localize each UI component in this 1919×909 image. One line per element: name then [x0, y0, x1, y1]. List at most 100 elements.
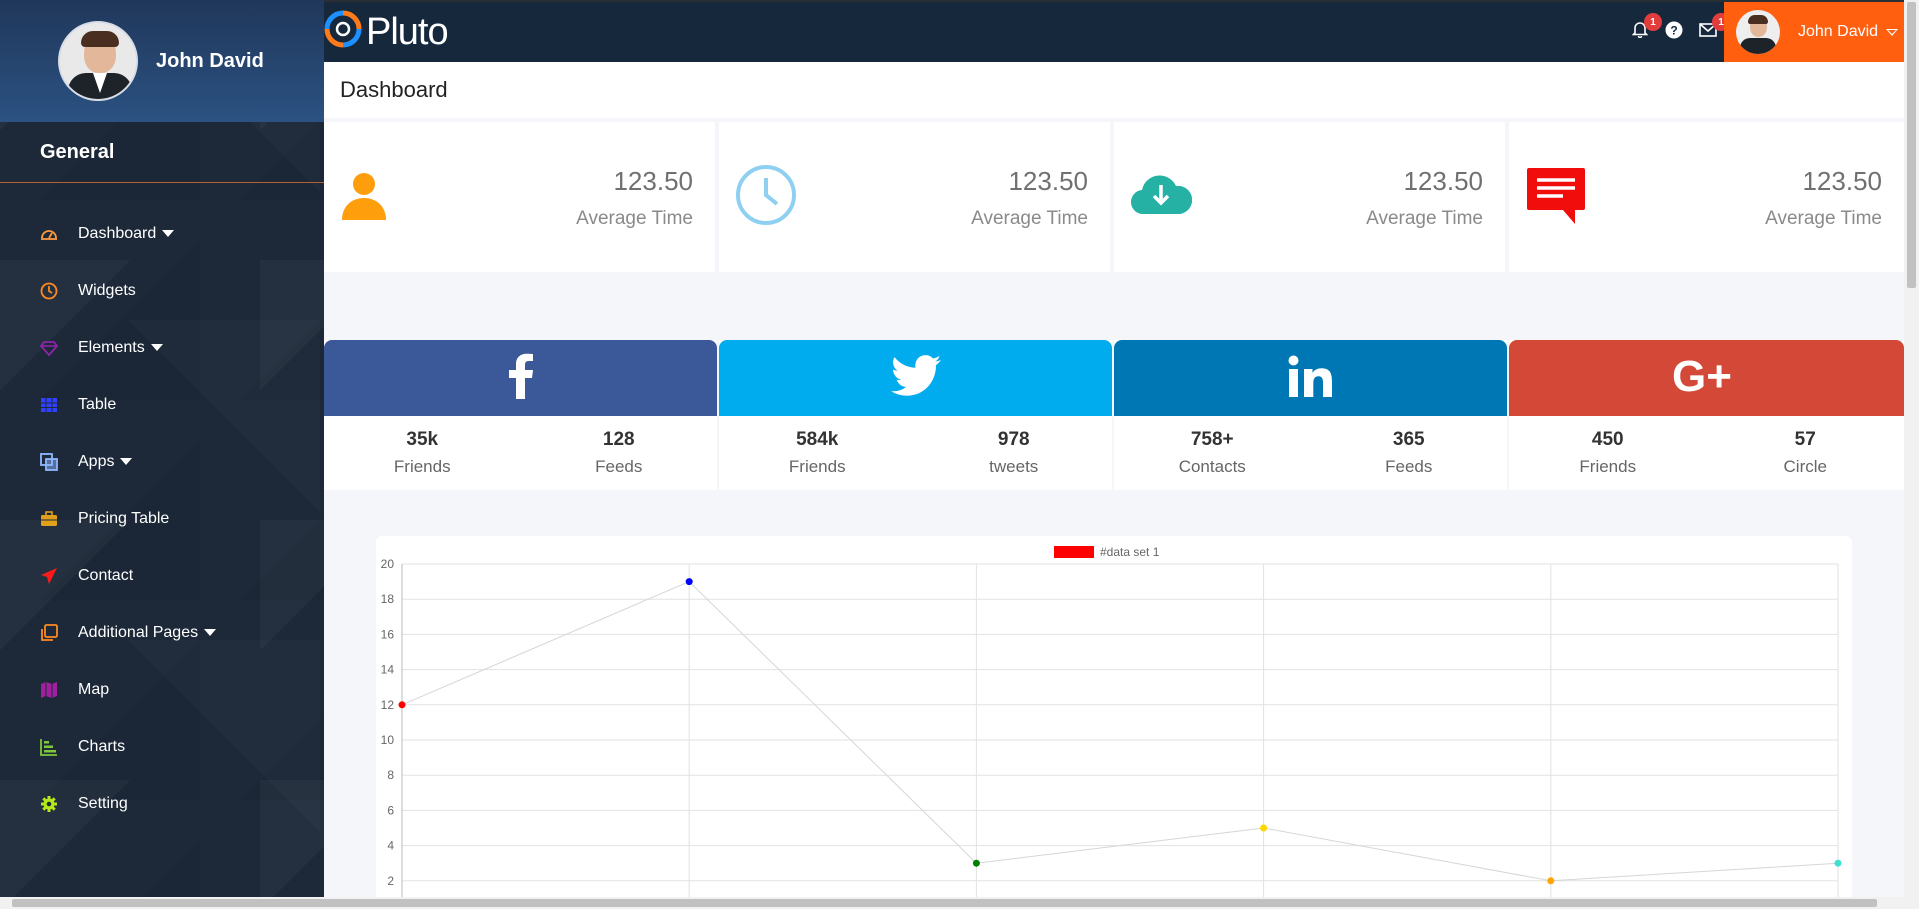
- social-stat-value: 978: [997, 429, 1030, 450]
- line-chart: 2 4 6 8 10 12 14 16 18 20 #data set 1: [381, 545, 1842, 897]
- legend-label: #data set 1: [1100, 545, 1160, 559]
- data-point: [972, 859, 980, 867]
- sidebar-item-contact[interactable]: Contact: [0, 547, 324, 604]
- social-stat-label: Feeds: [1385, 457, 1433, 476]
- data-point: [1260, 824, 1268, 832]
- data-point: [685, 578, 693, 586]
- vertical-scrollbar[interactable]: [1904, 0, 1919, 897]
- y-tick-label: 14: [381, 663, 395, 677]
- dashboard-icon: [40, 225, 58, 243]
- svg-text:G+: G+: [1672, 355, 1732, 397]
- stat-label: Average Time: [576, 208, 693, 229]
- facebook-icon: [508, 353, 534, 404]
- sidebar-item-apps[interactable]: Apps: [0, 433, 324, 490]
- bar-chart-icon: [40, 738, 58, 756]
- google-plus-icon: G+: [1672, 352, 1742, 402]
- question-icon: ?: [1665, 21, 1683, 44]
- cloud-download-icon: [1130, 170, 1193, 223]
- svg-text:?: ?: [1670, 23, 1677, 37]
- sidebar-item-label: Apps: [78, 452, 115, 470]
- legend-swatch: [1054, 546, 1094, 558]
- stat-label: Average Time: [1765, 208, 1882, 229]
- social-stat-label: Circle: [1783, 457, 1827, 476]
- sidebar-item-label: Widgets: [78, 281, 136, 299]
- user-menu-name: John David: [1798, 23, 1879, 40]
- sidebar-item-dashboard[interactable]: Dashboard: [0, 205, 324, 262]
- y-tick-label: 12: [381, 698, 395, 712]
- linkedin-icon: [1288, 355, 1334, 402]
- paper-plane-icon: [40, 567, 58, 585]
- social-stat-value: 57: [1794, 429, 1816, 450]
- diamond-icon: [40, 339, 58, 357]
- chevron-down-icon: [150, 344, 163, 351]
- stat-label: Average Time: [971, 208, 1088, 229]
- social-stat-value: 584k: [796, 429, 839, 450]
- notification-badge: 1: [1644, 13, 1662, 31]
- social-header[interactable]: [719, 340, 1112, 416]
- sidebar-item-label: Map: [78, 680, 110, 698]
- messages-button[interactable]: 1: [1698, 13, 1730, 42]
- sidebar-item-label: Additional Pages: [78, 623, 199, 641]
- social-stat-value: 450: [1591, 429, 1624, 450]
- sidebar-item-pricing-table[interactable]: Pricing Table: [0, 490, 324, 547]
- sidebar-item-label: Contact: [78, 566, 134, 584]
- social-card-twitter: 584k Friends 978 tweets: [719, 340, 1114, 490]
- social-row: 35k Friends 128 Feeds 584k Friends 978 tweet…: [324, 340, 1904, 490]
- sidebar-item-charts[interactable]: Charts: [0, 718, 324, 775]
- data-point: [1547, 877, 1555, 885]
- y-tick-label: 16: [381, 627, 395, 641]
- stat-card: 123.50 Average Time: [719, 122, 1114, 272]
- sidebar-item-table[interactable]: Table: [0, 376, 324, 433]
- stat-value: 123.50: [1802, 166, 1882, 196]
- stat-card: 123.50 Average Time: [1509, 122, 1904, 272]
- comment-icon: [1525, 166, 1587, 231]
- avatar[interactable]: [58, 21, 138, 101]
- sidebar-item-label: Pricing Table: [78, 509, 170, 527]
- sidebar-item-elements[interactable]: Elements: [0, 319, 324, 376]
- social-card-google-plus: G+ 450 Friends 57 Circle: [1509, 340, 1904, 490]
- horizontal-scrollbar[interactable]: [0, 897, 1919, 909]
- sidebar-item-map[interactable]: Map: [0, 661, 324, 718]
- topbar: Pluto 1 ? 1 John David: [324, 0, 1904, 62]
- page-title: Dashboard: [324, 62, 1904, 118]
- stat-value: 123.50: [1403, 166, 1483, 196]
- social-stat-label: Friends: [1579, 457, 1637, 476]
- sidebar-profile: John David: [0, 0, 324, 122]
- social-header[interactable]: [1114, 340, 1507, 416]
- logo-text: Pluto: [366, 11, 449, 53]
- data-point: [1834, 859, 1842, 867]
- logo[interactable]: Pluto: [324, 10, 449, 55]
- sidebar: John David General Dashboard Widgets Ele…: [0, 0, 324, 897]
- social-stat-label: Feeds: [595, 457, 643, 476]
- y-tick-label: 6: [387, 803, 394, 817]
- sidebar-item-setting[interactable]: Setting: [0, 775, 324, 832]
- chevron-down-icon: [120, 458, 133, 465]
- gear-icon: [40, 795, 58, 813]
- sidebar-item-widgets[interactable]: Widgets: [0, 262, 324, 319]
- sidebar-item-label: Dashboard: [78, 224, 157, 242]
- briefcase-icon: [40, 510, 58, 528]
- social-header[interactable]: G+: [1509, 340, 1904, 416]
- sidebar-item-additional-pages[interactable]: Additional Pages: [0, 604, 324, 661]
- y-tick-label: 18: [381, 592, 395, 606]
- notifications-button[interactable]: 1: [1630, 13, 1662, 42]
- social-stat-value: 128: [602, 429, 635, 450]
- y-tick-label: 8: [387, 768, 394, 782]
- help-button[interactable]: ?: [1664, 21, 1684, 44]
- table-icon: [40, 396, 58, 414]
- stat-value: 123.50: [613, 166, 693, 196]
- social-header[interactable]: [324, 340, 717, 416]
- social-stat-label: Contacts: [1178, 457, 1246, 476]
- twitter-icon: [890, 354, 941, 402]
- social-stat-value: 758+: [1190, 429, 1234, 450]
- stat-value: 123.50: [1008, 166, 1088, 196]
- social-stat-value: 365: [1392, 429, 1425, 450]
- chevron-down-icon: [1886, 28, 1899, 36]
- sidebar-item-label: Elements: [78, 338, 145, 356]
- social-stat-label: tweets: [989, 457, 1039, 476]
- social-stat-label: Friends: [393, 457, 451, 476]
- pages-icon: [40, 623, 58, 642]
- line-chart-card: 2 4 6 8 10 12 14 16 18 20 #data set 1: [376, 536, 1852, 897]
- user-menu-button[interactable]: John David: [1724, 2, 1904, 62]
- chevron-down-icon: [162, 230, 175, 237]
